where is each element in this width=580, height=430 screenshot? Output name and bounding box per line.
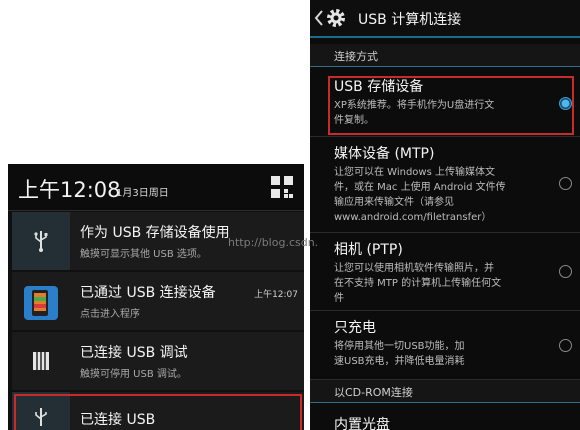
option-desc-line: 件，或在 Mac 上使用 Android 文件传 xyxy=(334,182,506,193)
highlight-box xyxy=(328,76,574,135)
section-header-connection-method: 连接方式 xyxy=(310,44,580,67)
notification-icon-box xyxy=(12,272,70,330)
notification-usb-debugging[interactable]: 已连接 USB 调试 触摸可停用 USB 调试。 xyxy=(12,332,304,390)
settings-header: USB 计算机连接 xyxy=(310,0,580,38)
option-desc-line: 让您可以使用相机软件传输照片，并 xyxy=(334,263,494,274)
page-title: USB 计算机连接 xyxy=(358,12,462,28)
notification-shade: 上午12:08 1月3日周日 作为 USB 存储设备使用 触摸可显示其他 USB… xyxy=(8,164,304,430)
option-builtin-cd[interactable]: 内置光盘 xyxy=(310,403,580,430)
phone-app-icon xyxy=(24,286,58,320)
notification-subtitle: 点击进入程序 xyxy=(80,309,140,320)
option-ptp[interactable]: 相机 (PTP) 让您可以使用相机软件传输照片，并 在不支持 MTP 的计算机上… xyxy=(310,233,580,311)
notification-subtitle: 触摸可停用 USB 调试。 xyxy=(80,369,187,380)
option-title: 相机 (PTP) xyxy=(334,242,403,258)
notification-usb-connected-device[interactable]: 已通过 USB 连接设备 点击进入程序 上午12:07 xyxy=(12,272,304,330)
notification-title: 已连接 USB 调试 xyxy=(80,345,188,361)
option-title: 内置光盘 xyxy=(334,417,390,430)
option-description: 让您可以使用相机软件传输照片，并 在不支持 MTP 的计算机上传输任何文 件 xyxy=(334,261,554,306)
notification-time: 上午12:07 xyxy=(254,290,298,300)
notification-icon-box xyxy=(12,212,70,270)
option-description: 让您可以在 Windows 上传输媒体文 件，或在 Mac 上使用 Androi… xyxy=(334,165,554,225)
debug-icon xyxy=(33,352,49,370)
option-charge-only[interactable]: 只充电 将停用其他一切USB功能，加 速USB充电，并降低电量消耗 xyxy=(310,311,580,380)
status-date: 1月3日周日 xyxy=(116,188,169,199)
notification-title: 作为 USB 存储设备使用 xyxy=(80,225,230,241)
notification-icon-box xyxy=(12,332,70,390)
quick-settings-icon[interactable] xyxy=(270,175,294,199)
status-time: 上午12:08 xyxy=(18,178,121,202)
option-title: 媒体设备 (MTP) xyxy=(334,146,435,162)
option-desc-line: www.android.com/filetransfer） xyxy=(334,212,492,223)
radio-mtp[interactable] xyxy=(559,177,572,190)
option-desc-line: 件 xyxy=(334,293,344,304)
option-desc-line: 输应用来传输文件（请参见 xyxy=(334,197,454,208)
option-title: 只充电 xyxy=(334,320,376,336)
usb-icon xyxy=(34,231,48,252)
option-desc-line: 在不支持 MTP 的计算机上传输任何文 xyxy=(334,278,502,289)
section-label: 以CD-ROM连接 xyxy=(334,386,413,399)
section-label: 连接方式 xyxy=(334,50,378,63)
section-header-cdrom: 以CD-ROM连接 xyxy=(310,380,580,403)
notification-title: 已通过 USB 连接设备 xyxy=(80,285,216,301)
usb-connection-settings: USB 计算机连接 连接方式 USB 存储设备 XP系统推荐。将手机作为U盘进行… xyxy=(310,0,580,430)
radio-ptp[interactable] xyxy=(559,265,572,278)
highlight-box xyxy=(14,394,302,430)
status-bar: 上午12:08 1月3日周日 xyxy=(8,164,304,211)
option-mtp[interactable]: 媒体设备 (MTP) 让您可以在 Windows 上传输媒体文 件，或在 Mac… xyxy=(310,137,580,233)
option-desc-line: 速USB充电，并降低电量消耗 xyxy=(334,356,465,367)
radio-charge-only[interactable] xyxy=(559,339,572,352)
watermark: http://blog.csdn. xyxy=(228,236,319,249)
option-description: 将停用其他一切USB功能，加 速USB充电，并降低电量消耗 xyxy=(334,339,554,369)
gear-icon xyxy=(327,9,345,27)
option-desc-line: 将停用其他一切USB功能，加 xyxy=(334,341,465,352)
option-desc-line: 让您可以在 Windows 上传输媒体文 xyxy=(334,167,495,178)
notification-subtitle: 触摸可显示其他 USB 选项。 xyxy=(80,249,207,260)
